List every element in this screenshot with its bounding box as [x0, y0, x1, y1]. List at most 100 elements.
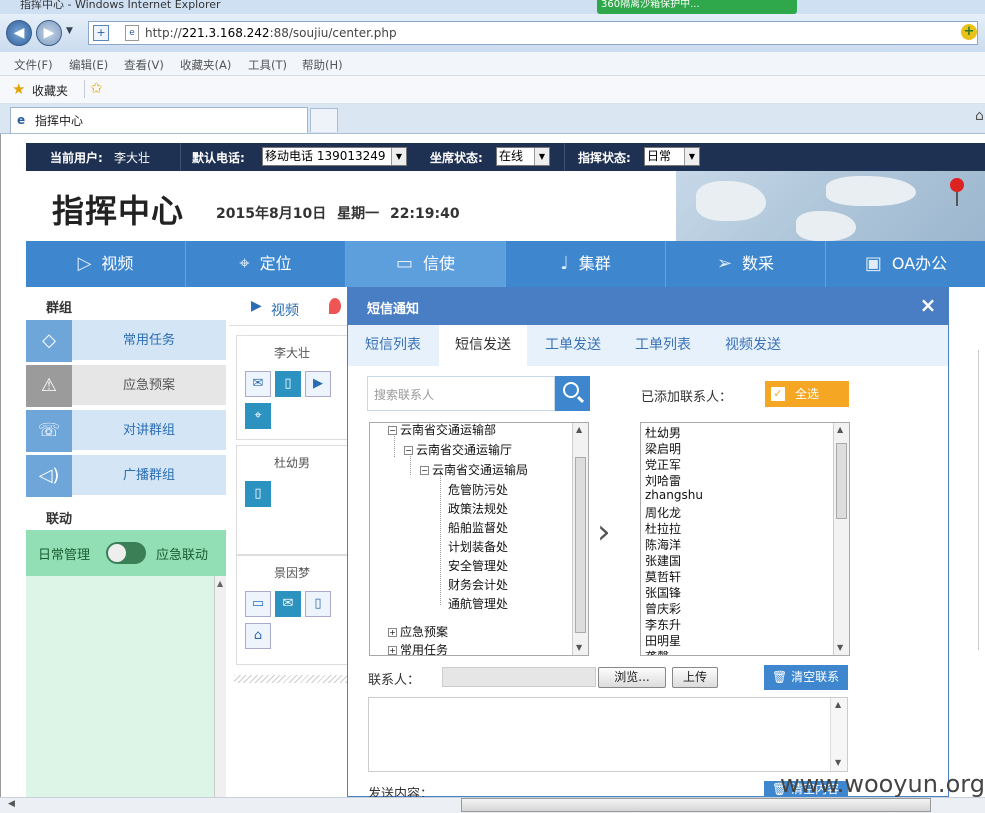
tree-leaf[interactable]: 安全管理处 — [448, 557, 508, 574]
menu-item[interactable]: 收藏夹(A) — [180, 57, 231, 73]
select-all-button[interactable]: ✓ 全选 — [765, 381, 849, 407]
tab-sms-send[interactable]: 短信发送 — [439, 325, 527, 366]
list-item[interactable]: 田明星 — [645, 632, 681, 649]
nav-video[interactable]: ▷ 视频 — [26, 241, 186, 287]
list-item[interactable]: 李东升 — [645, 616, 681, 633]
collapse-icon[interactable]: − — [420, 466, 429, 475]
scroll-up-icon[interactable]: ▲ — [837, 425, 843, 434]
sidebar-item-emergency-plan[interactable]: ⚠ 应急预案 — [26, 365, 226, 407]
list-item[interactable]: 莫哲轩 — [645, 568, 681, 585]
scroll-up-icon[interactable]: ▲ — [835, 700, 841, 709]
location-pin-icon[interactable]: ⌖ — [245, 403, 271, 429]
tab-active[interactable]: e 指挥中心 — [10, 107, 308, 133]
mode-toggle[interactable] — [106, 542, 146, 564]
default-phone-select[interactable]: 移动电话 139013249 ▼ — [262, 147, 407, 166]
contact-file-input[interactable] — [442, 667, 596, 687]
command-status-select[interactable]: 日常 ▼ — [644, 147, 700, 166]
expand-icon[interactable]: + — [388, 646, 397, 655]
tree-node[interactable]: − 云南省交通运输厅 — [404, 441, 512, 458]
right-scrollbar[interactable] — [978, 350, 985, 650]
nav-cluster[interactable]: ♩ 集群 — [506, 241, 666, 287]
scroll-up-icon[interactable]: ▲ — [576, 425, 582, 434]
list-item[interactable]: 梁启明 — [645, 440, 681, 457]
new-tab-button[interactable] — [310, 108, 338, 132]
add-favorite-icon[interactable]: ✩ — [90, 79, 103, 97]
collapse-icon[interactable]: − — [404, 446, 413, 455]
screen-icon[interactable]: ▭ — [245, 591, 271, 617]
list-item[interactable]: zhangshu — [645, 488, 703, 502]
tab-video-send[interactable]: 视频发送 — [709, 325, 797, 366]
compat-view-icon[interactable]: + — [93, 25, 109, 41]
menu-item[interactable]: 文件(F) — [14, 57, 53, 73]
tab-ticket-list[interactable]: 工单列表 — [619, 325, 707, 366]
tree-leaf[interactable]: 通航管理处 — [448, 595, 508, 612]
list-item[interactable]: 杜拉拉 — [645, 520, 681, 537]
list-item[interactable]: 张建国 — [645, 552, 681, 569]
list-item[interactable]: 陈海洋 — [645, 536, 681, 553]
contact-card[interactable]: 景因梦 ▭ ✉ ▯ ⌂ — [236, 555, 348, 665]
tree-scrollbar[interactable]: ▲ ▼ — [572, 423, 588, 655]
tree-leaf[interactable]: 政策法规处 — [448, 500, 508, 517]
history-dropdown-icon[interactable]: ▼ — [66, 26, 73, 36]
tree-node[interactable]: + 应急预案 — [388, 623, 448, 640]
list-item[interactable]: 龚馨 — [645, 648, 669, 655]
nav-data-collection[interactable]: ➢ 数采 — [666, 241, 826, 287]
contact-card[interactable]: 杜幼男 ▯ — [236, 445, 348, 555]
clear-contacts-button[interactable]: 🗑 清空联系人 — [764, 665, 848, 709]
nav-messenger[interactable]: ▭ 信使 — [346, 241, 506, 287]
menu-item[interactable]: 查看(V) — [124, 57, 164, 73]
sandbox-toolbar[interactable]: 360隔离沙箱保护中... — [597, 0, 797, 14]
tree-node[interactable]: − 云南省交通运输局 — [420, 461, 528, 478]
message-icon[interactable]: ✉ — [245, 371, 271, 397]
nav-location[interactable]: ⌖ 定位 — [186, 241, 346, 287]
home-icon[interactable]: ⌂ — [975, 108, 984, 124]
scroll-thumb[interactable] — [575, 457, 586, 633]
seat-status-select[interactable]: 在线 ▼ — [496, 147, 550, 166]
url-text[interactable]: http://221.3.168.242:88/soujiu/center.ph… — [145, 26, 397, 40]
mobile-icon[interactable]: ▯ — [275, 371, 301, 397]
sidebar-item-common-tasks[interactable]: ◇ 常用任务 — [26, 320, 226, 362]
nav-oa-office[interactable]: ▣ OA办公 — [826, 241, 985, 287]
sidebar-scrollbar[interactable]: ▲ — [214, 576, 226, 797]
list-item[interactable]: 刘哈雷 — [645, 472, 681, 489]
collapse-icon[interactable]: − — [388, 426, 397, 435]
list-item[interactable]: 曾庆彩 — [645, 600, 681, 617]
tree-leaf[interactable]: 危管防污处 — [448, 481, 508, 498]
favorites-label[interactable]: 收藏夹 — [32, 82, 68, 99]
org-tree[interactable]: − 云南省交通运输部 − 云南省交通运输厅 − 云南省交通运输局 危管防污处 政策法规… — [369, 422, 589, 656]
contacts-textarea[interactable] — [368, 697, 848, 772]
tree-node[interactable]: + 常用任务 — [388, 641, 448, 655]
subnav-label[interactable]: 视频 — [271, 300, 299, 320]
addon-icon[interactable]: + — [961, 24, 977, 40]
scroll-left-icon[interactable]: ◀ — [8, 799, 15, 809]
scroll-thumb[interactable] — [836, 443, 847, 519]
list-item[interactable]: 周化龙 — [645, 504, 681, 521]
sidebar-item-talk-group[interactable]: ☏ 对讲群组 — [26, 410, 226, 452]
scroll-up-icon[interactable]: ▲ — [217, 579, 223, 588]
upload-button[interactable]: 上传 — [672, 667, 718, 688]
tree-node[interactable]: − 云南省交通运输部 — [388, 423, 496, 438]
menu-item[interactable]: 工具(T) — [248, 57, 287, 73]
forward-button[interactable]: ▶ — [36, 20, 62, 46]
building-icon[interactable]: ⌂ — [245, 623, 271, 649]
browse-button[interactable]: 浏览... — [598, 667, 666, 688]
scroll-thumb[interactable] — [461, 798, 931, 812]
tab-ticket-send[interactable]: 工单发送 — [529, 325, 617, 366]
menu-item[interactable]: 编辑(E) — [69, 57, 108, 73]
play-icon[interactable]: ▶ — [305, 371, 331, 397]
search-button[interactable] — [555, 376, 590, 411]
list-item[interactable]: 杜幼男 — [645, 424, 681, 441]
tree-leaf[interactable]: 计划装备处 — [448, 538, 508, 555]
added-contacts-list[interactable]: 杜幼男 梁启明 党正军 刘哈雷 zhangshu 周化龙 杜拉拉 陈海洋 张建国 莫哲轩 张国锋 曾庆… — [640, 422, 850, 656]
scroll-down-icon[interactable]: ▼ — [835, 758, 841, 767]
close-icon[interactable]: × — [916, 293, 940, 317]
contact-search-input[interactable]: 搜索联系人 — [367, 376, 555, 411]
textarea-scrollbar[interactable]: ▲ ▼ — [830, 698, 847, 771]
menu-item[interactable]: 帮助(H) — [302, 57, 343, 73]
list-item[interactable]: 党正军 — [645, 456, 681, 473]
mobile-icon[interactable]: ▯ — [305, 591, 331, 617]
list-scrollbar[interactable]: ▲ ▼ — [833, 423, 849, 655]
sidebar-item-broadcast-group[interactable]: ◁) 广播群组 — [26, 455, 226, 497]
contact-card[interactable]: 李大壮 ✉ ▯ ▶ ⌖ — [236, 335, 348, 440]
tab-sms-list[interactable]: 短信列表 — [349, 325, 437, 366]
